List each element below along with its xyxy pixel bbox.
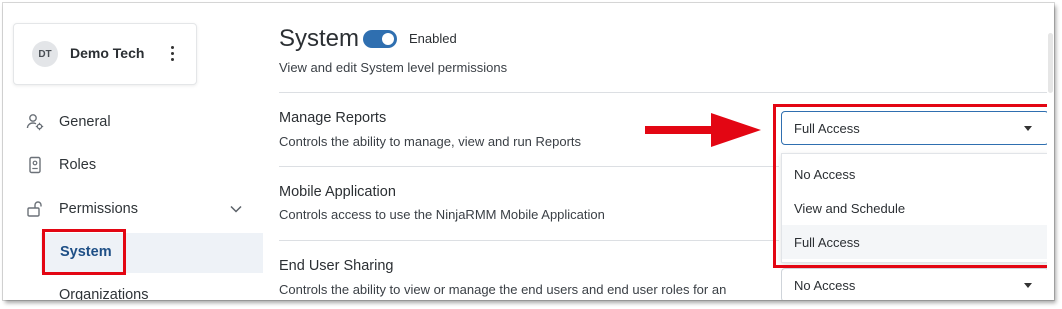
unlock-icon — [27, 201, 42, 217]
sidebar-item-label: Roles — [59, 157, 97, 173]
sidebar-item-permissions[interactable]: Permissions — [3, 191, 263, 227]
permission-title: Mobile Application — [279, 184, 396, 200]
divider — [279, 240, 779, 241]
caret-down-icon — [1024, 283, 1032, 288]
annotation-arrow-icon — [645, 113, 761, 147]
annotation-highlight-box — [773, 104, 1054, 268]
user-gear-icon — [26, 114, 44, 131]
annotation-highlight-box — [42, 229, 126, 275]
page-title: System — [279, 25, 360, 52]
divider — [279, 166, 779, 167]
user-name: Demo Tech — [70, 45, 145, 61]
toggle-knob — [382, 33, 394, 45]
sidebar-item-general[interactable]: General — [3, 104, 263, 140]
id-badge-icon — [29, 156, 41, 174]
permission-description: Controls access to use the NinjaRMM Mobi… — [279, 207, 605, 222]
chevron-down-icon[interactable] — [230, 204, 242, 214]
enabled-toggle[interactable] — [363, 30, 397, 48]
divider — [279, 92, 1049, 93]
sidebar-item-label: General — [59, 114, 111, 130]
more-options-icon[interactable] — [166, 43, 178, 63]
permission-title: End User Sharing — [279, 258, 394, 274]
page-subtitle: View and edit System level permissions — [279, 60, 508, 75]
end-user-sharing-select[interactable]: No Access — [781, 268, 1049, 300]
sidebar-item-label: Permissions — [59, 201, 138, 217]
scrollbar[interactable] — [1047, 3, 1054, 300]
app-window: DT Demo Tech General Roles Permissions S… — [3, 3, 1054, 300]
avatar: DT — [32, 41, 58, 67]
toggle-label: Enabled — [409, 31, 457, 46]
permission-title: Manage Reports — [279, 110, 387, 126]
sidebar-subitem-organizations[interactable]: Organizations — [59, 287, 148, 300]
permission-description: Controls the ability to manage, view and… — [279, 134, 582, 149]
scrollbar-thumb[interactable] — [1048, 33, 1053, 93]
user-card[interactable]: DT Demo Tech — [13, 23, 197, 85]
select-value: No Access — [794, 278, 856, 293]
permission-description: Controls the ability to view or manage t… — [279, 282, 727, 297]
sidebar-item-roles[interactable]: Roles — [3, 147, 263, 183]
